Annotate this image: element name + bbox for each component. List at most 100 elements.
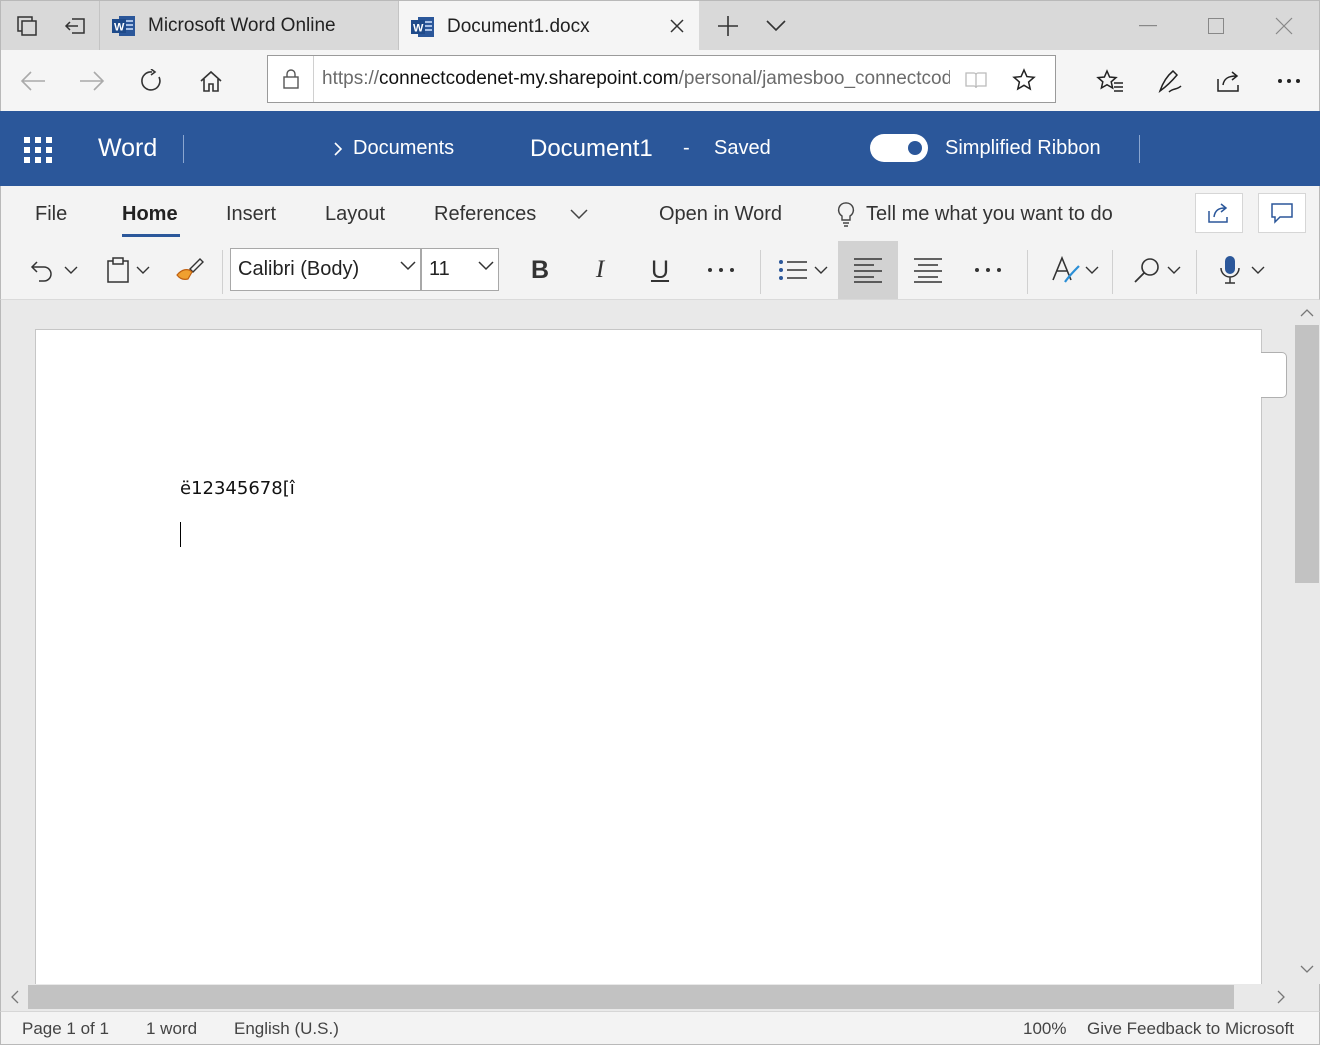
font-name-value: Calibri (Body) bbox=[238, 258, 360, 280]
favorites-button[interactable] bbox=[1082, 50, 1138, 111]
tab-references[interactable]: References bbox=[434, 186, 536, 242]
site-info-button[interactable] bbox=[268, 56, 314, 102]
reading-view-button[interactable] bbox=[962, 66, 990, 94]
chevron-down-icon bbox=[478, 261, 494, 271]
ribbon: File Home Insert Layout References Open … bbox=[0, 186, 1320, 300]
home-icon bbox=[200, 70, 222, 92]
settings-more-button[interactable] bbox=[1261, 50, 1317, 111]
chevron-down-icon bbox=[814, 266, 828, 274]
breadcrumb[interactable]: Documents bbox=[333, 111, 454, 186]
toolbar-divider bbox=[222, 250, 223, 294]
url-text[interactable]: https://connectcodenet-my.sharepoint.com… bbox=[314, 68, 950, 90]
svg-text:W: W bbox=[114, 22, 125, 34]
minimize-icon bbox=[1139, 25, 1157, 27]
more-icon bbox=[1278, 78, 1300, 83]
more-icon bbox=[708, 268, 734, 272]
font-name-select[interactable]: Calibri (Body) bbox=[230, 248, 421, 291]
feedback-link[interactable]: Give Feedback to Microsoft bbox=[1087, 1012, 1294, 1045]
paste-button[interactable] bbox=[97, 241, 159, 299]
close-tab-button[interactable] bbox=[665, 14, 689, 38]
word-count[interactable]: 1 word bbox=[146, 1012, 197, 1045]
text-cursor bbox=[180, 522, 181, 547]
italic-button[interactable]: I bbox=[573, 241, 627, 299]
vertical-scrollbar[interactable] bbox=[1294, 300, 1320, 984]
add-favorite-button[interactable] bbox=[1010, 66, 1038, 94]
language-status[interactable]: English (U.S.) bbox=[234, 1012, 339, 1045]
minimize-button[interactable] bbox=[1114, 1, 1182, 51]
scroll-right-button[interactable] bbox=[1269, 986, 1293, 1008]
status-bar: Page 1 of 1 1 word English (U.S.) 100% G… bbox=[0, 1011, 1320, 1045]
toolbar-divider bbox=[1027, 250, 1028, 294]
maximize-button[interactable] bbox=[1182, 1, 1250, 51]
chevron-down-icon bbox=[136, 266, 150, 274]
notes-button[interactable] bbox=[1142, 50, 1198, 111]
align-left-button[interactable] bbox=[838, 241, 898, 299]
url-path: /personal/jamesboo_connectcodenet_com/_l… bbox=[678, 68, 950, 89]
undo-button[interactable] bbox=[23, 241, 85, 299]
tab-layout[interactable]: Layout bbox=[325, 186, 385, 242]
document-title[interactable]: Document1 bbox=[530, 111, 653, 186]
refresh-button[interactable] bbox=[124, 50, 180, 111]
dictate-button[interactable] bbox=[1211, 241, 1273, 299]
horizontal-scroll-thumb[interactable] bbox=[28, 985, 1234, 1009]
back-button[interactable] bbox=[5, 50, 61, 111]
scroll-left-button[interactable] bbox=[3, 986, 27, 1008]
forward-button[interactable] bbox=[64, 50, 120, 111]
tab-insert[interactable]: Insert bbox=[226, 186, 276, 242]
search-icon bbox=[1134, 258, 1159, 283]
tab-preview-button[interactable] bbox=[51, 1, 99, 51]
tab-list-button[interactable] bbox=[752, 1, 800, 51]
scroll-up-button[interactable] bbox=[1295, 302, 1319, 324]
chevron-down-icon bbox=[1085, 266, 1099, 274]
comments-button[interactable] bbox=[1258, 193, 1306, 233]
toolbar-divider bbox=[1112, 250, 1113, 294]
page-navigation-tab[interactable] bbox=[1261, 352, 1287, 398]
tell-me-box[interactable]: Tell me what you want to do bbox=[836, 186, 1113, 242]
document-text-line[interactable]: ë12345678[î bbox=[180, 478, 295, 499]
refresh-icon bbox=[141, 68, 161, 91]
more-font-options-button[interactable] bbox=[693, 241, 749, 299]
vertical-scroll-thumb[interactable] bbox=[1295, 325, 1319, 583]
styles-button[interactable] bbox=[1043, 241, 1107, 299]
comment-icon bbox=[1271, 203, 1293, 224]
document-page[interactable]: ë12345678[î bbox=[35, 329, 1262, 989]
header-divider bbox=[183, 135, 184, 163]
set-aside-tabs-button[interactable] bbox=[3, 1, 51, 51]
address-bar[interactable]: https://connectcodenet-my.sharepoint.com… bbox=[267, 55, 1056, 103]
underline-button[interactable]: U bbox=[633, 241, 687, 299]
align-center-button[interactable] bbox=[898, 241, 958, 299]
tab-document1[interactable]: W Document1.docx bbox=[399, 1, 699, 52]
toggle-knob bbox=[908, 141, 922, 155]
app-launcher-icon[interactable] bbox=[24, 137, 52, 163]
tab-microsoft-word-online[interactable]: W Microsoft Word Online bbox=[99, 1, 399, 51]
active-tab-indicator bbox=[122, 234, 180, 237]
bold-button[interactable]: B bbox=[513, 241, 567, 299]
scroll-down-button[interactable] bbox=[1295, 958, 1319, 980]
word-icon: W bbox=[112, 16, 135, 36]
tab-preview-icon bbox=[64, 18, 85, 34]
new-tab-button[interactable] bbox=[704, 1, 752, 51]
home-button[interactable] bbox=[183, 50, 239, 111]
share-button[interactable] bbox=[1201, 50, 1257, 111]
chevron-right-icon bbox=[334, 141, 343, 156]
simplified-ribbon-toggle[interactable] bbox=[870, 134, 928, 162]
open-in-word-button[interactable]: Open in Word bbox=[659, 186, 782, 242]
tab-file[interactable]: File bbox=[35, 186, 67, 242]
close-window-button[interactable] bbox=[1250, 1, 1318, 51]
horizontal-scrollbar[interactable] bbox=[1, 984, 1319, 1010]
zoom-level[interactable]: 100% bbox=[1023, 1012, 1066, 1045]
format-painter-button[interactable] bbox=[167, 241, 211, 299]
word-header: Word Documents Document1 - Saved Simplif… bbox=[0, 111, 1320, 186]
share-icon bbox=[1217, 70, 1239, 92]
svg-text:W: W bbox=[413, 22, 424, 34]
more-paragraph-options-button[interactable] bbox=[958, 241, 1018, 299]
app-name[interactable]: Word bbox=[98, 111, 157, 186]
tab-stack-icon bbox=[17, 16, 37, 36]
find-button[interactable] bbox=[1125, 241, 1189, 299]
bullets-button[interactable] bbox=[771, 241, 835, 299]
font-size-select[interactable]: 11 bbox=[421, 248, 499, 291]
more-tabs-button[interactable] bbox=[570, 186, 588, 242]
title-separator: - bbox=[683, 137, 690, 159]
arrow-right-icon bbox=[80, 70, 105, 91]
share-document-button[interactable] bbox=[1195, 193, 1243, 233]
